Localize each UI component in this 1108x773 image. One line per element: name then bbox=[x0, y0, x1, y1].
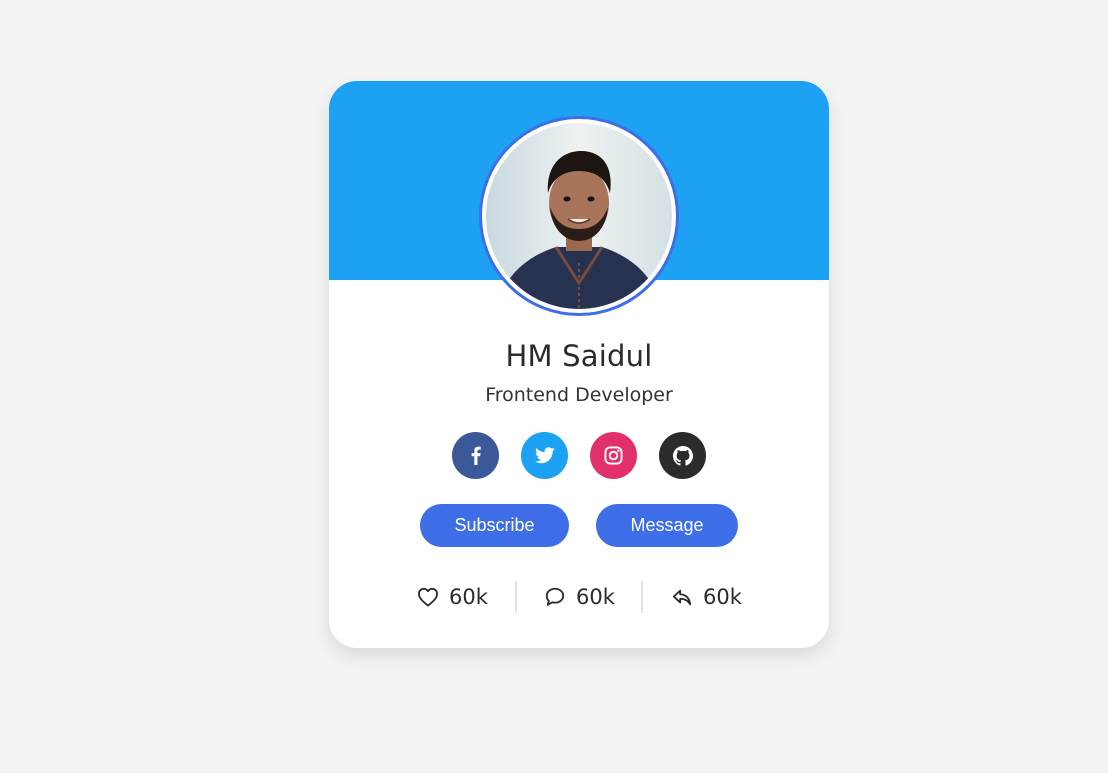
comments-stat[interactable]: 60k bbox=[544, 579, 615, 615]
facebook-icon bbox=[471, 446, 481, 465]
reply-icon bbox=[672, 589, 692, 606]
instagram-link[interactable] bbox=[590, 432, 637, 479]
twitter-icon bbox=[534, 447, 555, 464]
subscribe-button[interactable]: Subscribe bbox=[420, 504, 569, 547]
github-link[interactable] bbox=[659, 432, 706, 479]
message-button[interactable]: Message bbox=[596, 504, 738, 547]
comment-icon bbox=[545, 587, 565, 606]
heart-icon bbox=[417, 587, 438, 607]
shares-count: 60k bbox=[703, 585, 742, 609]
comments-count: 60k bbox=[576, 585, 615, 609]
instagram-icon bbox=[604, 446, 623, 465]
stats-bar: 60k 60k 60k bbox=[329, 579, 829, 615]
stats-divider bbox=[641, 581, 643, 613]
profile-card: HM Saidul Frontend Developer Subscribe M… bbox=[329, 81, 829, 648]
likes-count: 60k bbox=[449, 585, 488, 609]
likes-stat[interactable]: 60k bbox=[417, 579, 488, 615]
social-links bbox=[452, 432, 706, 479]
profile-role: Frontend Developer bbox=[485, 384, 673, 406]
avatar-photo bbox=[486, 123, 672, 309]
twitter-link[interactable] bbox=[521, 432, 568, 479]
avatar[interactable] bbox=[479, 116, 679, 316]
shares-stat[interactable]: 60k bbox=[671, 579, 742, 615]
profile-name: HM Saidul bbox=[505, 339, 653, 373]
github-icon bbox=[672, 445, 693, 466]
stats-divider bbox=[515, 581, 517, 613]
facebook-link[interactable] bbox=[452, 432, 499, 479]
